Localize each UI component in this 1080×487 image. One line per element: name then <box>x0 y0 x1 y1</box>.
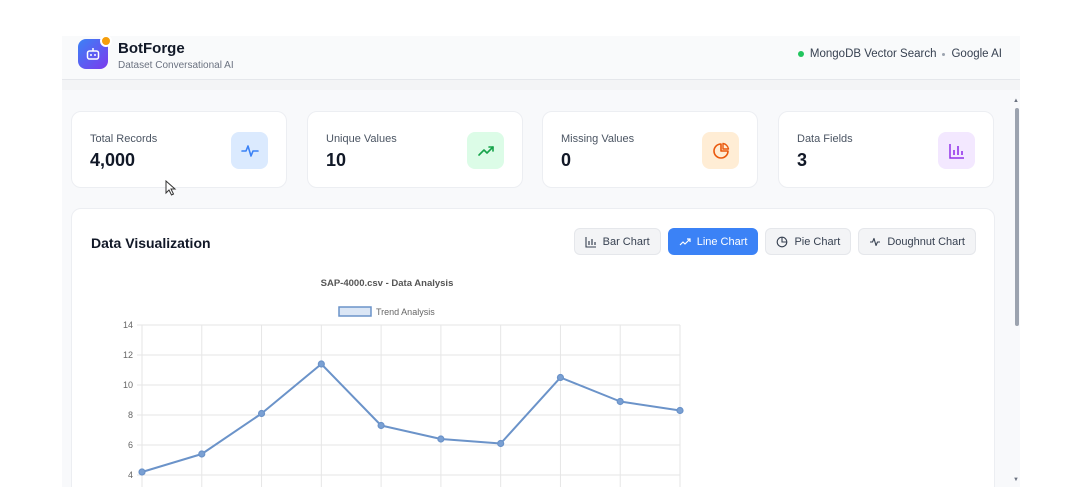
chart-type-tabs: Bar Chart Line Chart Pie Chart Doughnut … <box>573 228 976 255</box>
stat-value: 4,000 <box>90 150 136 170</box>
brand-name: BotForge <box>118 40 185 57</box>
activity-icon <box>231 132 268 169</box>
robot-icon <box>86 48 100 60</box>
stat-label: Missing Values <box>561 133 635 145</box>
separator-dot <box>942 52 946 56</box>
y-tick-label: 6 <box>128 440 133 450</box>
y-axis: 4 6 8 10 12 14 <box>123 320 133 480</box>
y-tick-label: 4 <box>128 470 133 480</box>
y-tick-label: 12 <box>123 350 133 360</box>
stat-value: 0 <box>561 150 572 170</box>
stat-card-unique-values: Unique Values 10 <box>307 111 523 188</box>
visualization-panel: Data Visualization Bar Chart Line Chart … <box>71 208 995 487</box>
data-point[interactable] <box>377 421 385 430</box>
tab-label: Bar Chart <box>602 235 650 248</box>
tab-label: Pie Chart <box>794 235 841 248</box>
tab-doughnut-chart[interactable]: Doughnut Chart <box>858 228 976 255</box>
data-point[interactable] <box>257 409 266 418</box>
online-status-dot <box>797 51 804 57</box>
data-point[interactable] <box>616 397 624 406</box>
series-line <box>141 363 681 473</box>
tab-label: Doughnut Chart <box>887 235 965 248</box>
data-point[interactable] <box>497 439 505 448</box>
trending-up-icon <box>467 132 504 169</box>
activity-icon <box>870 237 881 246</box>
y-tick-label: 8 <box>128 410 133 420</box>
data-point[interactable] <box>317 360 325 368</box>
data-point[interactable] <box>676 406 684 415</box>
top-header: BotForge Dataset Conversational AI Mongo… <box>62 36 1020 80</box>
brand-subtitle: Dataset Conversational AI <box>118 60 234 71</box>
logo-badge <box>100 36 112 47</box>
data-point[interactable] <box>556 373 565 382</box>
chart-grid <box>137 324 681 487</box>
pie-chart-icon <box>777 236 788 247</box>
connection-status: MongoDB Vector Search Google AI <box>797 48 1002 60</box>
status-secondary: Google AI <box>951 48 1002 60</box>
panel-title: Data Visualization <box>91 235 211 251</box>
mouse-cursor-icon <box>165 180 177 196</box>
stat-value: 10 <box>326 150 347 170</box>
stat-label: Data Fields <box>797 133 853 145</box>
stat-label: Unique Values <box>326 133 397 145</box>
stat-card-total-records: Total Records 4,000 <box>71 111 287 188</box>
data-point[interactable] <box>138 468 146 476</box>
brand-logo[interactable] <box>78 36 112 69</box>
line-chart: SAP-4000.csv - Data Analysis Trend Analy… <box>123 278 684 487</box>
stat-label: Total Records <box>90 133 158 145</box>
scroll-up-arrow[interactable]: ▲ <box>1013 98 1019 104</box>
chart-legend[interactable]: Trend Analysis <box>338 306 435 317</box>
tab-label: Line Chart <box>696 235 748 248</box>
scrollbar-thumb[interactable] <box>1015 108 1019 326</box>
data-point[interactable] <box>437 435 445 443</box>
bar-chart-icon <box>938 132 975 169</box>
subheader-band <box>62 80 1020 90</box>
app-window: BotForge Dataset Conversational AI Mongo… <box>62 36 1020 487</box>
data-point[interactable] <box>198 450 206 458</box>
pie-chart-icon <box>702 132 739 169</box>
tab-line-chart[interactable]: Line Chart <box>667 228 759 255</box>
y-tick-label: 10 <box>123 380 133 390</box>
legend-label: Trend Analysis <box>376 307 435 317</box>
stat-card-missing-values: Missing Values 0 <box>542 111 758 188</box>
legend-swatch <box>338 306 372 317</box>
bar-chart-icon <box>585 236 596 248</box>
trending-up-icon <box>679 237 691 245</box>
series-trend-analysis <box>138 360 684 476</box>
y-tick-label: 14 <box>123 320 133 330</box>
stat-value: 3 <box>797 150 808 170</box>
status-primary: MongoDB Vector Search <box>809 48 937 60</box>
tab-bar-chart[interactable]: Bar Chart <box>573 228 661 255</box>
tab-pie-chart[interactable]: Pie Chart <box>765 228 852 255</box>
scroll-down-arrow[interactable]: ▼ <box>1013 477 1019 483</box>
chart-title: SAP-4000.csv - Data Analysis <box>321 278 454 289</box>
stat-card-data-fields: Data Fields 3 <box>778 111 994 188</box>
